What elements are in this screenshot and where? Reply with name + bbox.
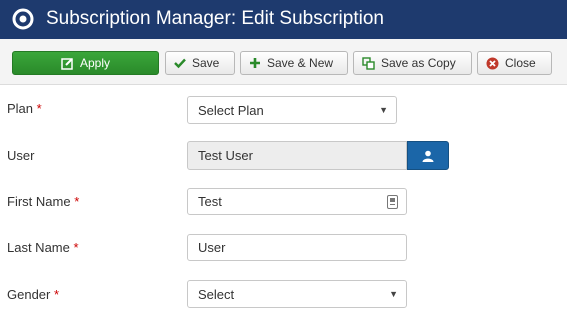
chevron-down-icon: ▼ <box>389 289 398 299</box>
plus-icon <box>249 57 261 69</box>
check-icon <box>174 57 186 69</box>
last-name-label-text: Last Name <box>7 240 70 255</box>
required-marker: * <box>36 101 42 116</box>
first-name-value: Test <box>198 194 222 209</box>
user-icon <box>422 150 434 162</box>
plan-label-text: Plan <box>7 101 34 116</box>
required-marker: * <box>54 287 60 302</box>
close-button[interactable]: Close <box>477 51 552 75</box>
edit-icon <box>61 57 74 70</box>
user-field-value: Test User <box>198 148 253 163</box>
joomla-logo-icon <box>12 8 34 30</box>
apply-label: Apply <box>79 56 111 70</box>
close-label: Close <box>505 56 536 70</box>
plan-label: Plan * <box>7 101 42 116</box>
last-name-value: User <box>198 240 226 255</box>
required-marker: * <box>73 240 79 255</box>
toolbar: Apply Save Save & New Save as Copy Close <box>0 39 567 85</box>
last-name-input[interactable]: User <box>187 234 407 261</box>
user-label: User <box>7 148 34 163</box>
save-as-copy-label: Save as Copy <box>381 56 456 70</box>
gender-select[interactable]: Select ▼ <box>187 280 407 308</box>
user-field[interactable]: Test User <box>187 141 407 170</box>
page-header: Subscription Manager: Edit Subscription <box>0 0 567 39</box>
gender-select-value: Select <box>198 286 235 302</box>
plan-select-value: Select Plan <box>198 102 264 118</box>
first-name-label: First Name * <box>7 194 79 209</box>
gender-label: Gender * <box>7 287 59 302</box>
first-name-label-text: First Name <box>7 194 71 209</box>
apply-button[interactable]: Apply <box>12 51 159 75</box>
save-and-new-label: Save & New <box>267 56 334 70</box>
chevron-down-icon: ▼ <box>379 105 388 115</box>
plan-select[interactable]: Select Plan ▼ <box>187 96 397 124</box>
gender-label-text: Gender <box>7 287 51 302</box>
autofill-card-icon[interactable] <box>387 195 398 212</box>
select-user-button[interactable] <box>407 141 449 170</box>
save-button[interactable]: Save <box>165 51 235 75</box>
page-title: Subscription Manager: Edit Subscription <box>46 8 384 29</box>
close-icon <box>486 57 499 70</box>
user-label-text: User <box>7 148 35 163</box>
required-marker: * <box>74 194 80 209</box>
save-as-copy-button[interactable]: Save as Copy <box>353 51 472 75</box>
copy-icon <box>362 56 375 70</box>
save-label: Save <box>192 56 220 70</box>
save-and-new-button[interactable]: Save & New <box>240 51 348 75</box>
first-name-input[interactable]: Test <box>187 188 407 215</box>
last-name-label: Last Name * <box>7 240 79 255</box>
